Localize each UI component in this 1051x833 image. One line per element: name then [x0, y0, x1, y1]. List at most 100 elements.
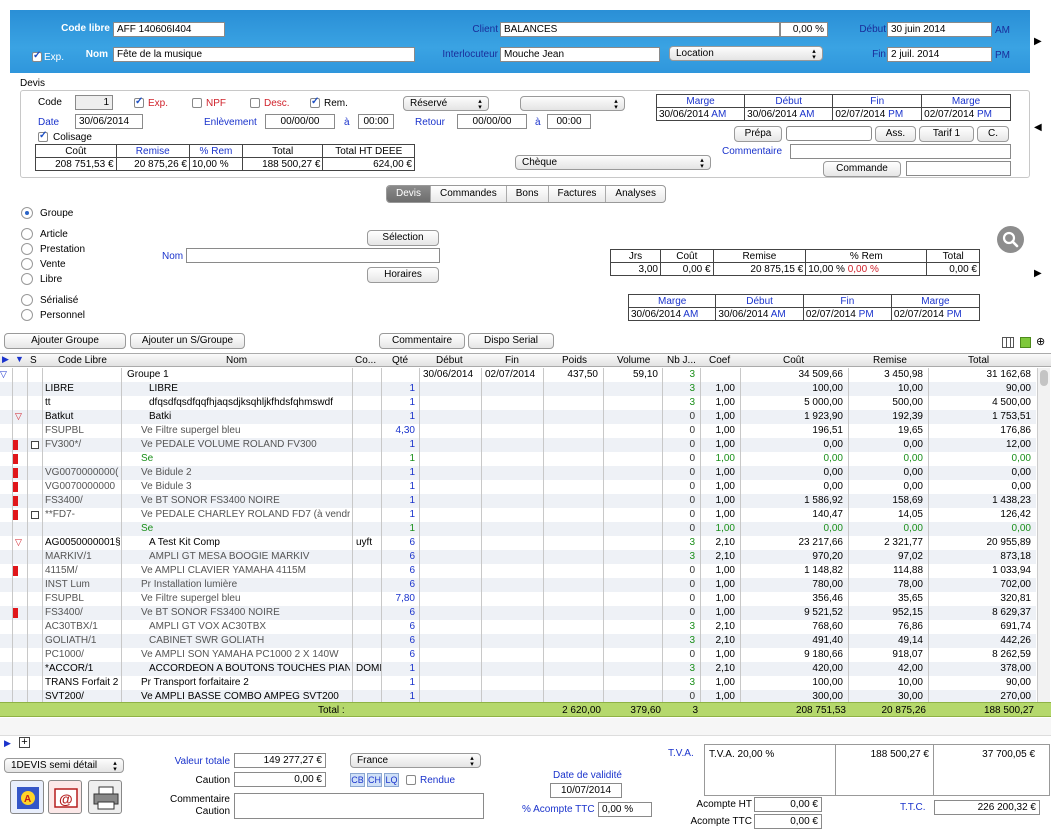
col-co[interactable]: Co... [355, 355, 376, 366]
ass-button[interactable]: Ass. [875, 126, 916, 142]
cell-debut[interactable] [420, 522, 480, 536]
cell-coef[interactable]: 2,10 [702, 536, 738, 550]
cell-nbj[interactable]: 3 [664, 382, 698, 396]
cell-qte[interactable]: 1 [382, 676, 418, 690]
cell-nom[interactable]: ACCORDEON A BOUTONS TOUCHES PIANO [146, 662, 350, 676]
cell-coef[interactable]: 1,00 [702, 676, 738, 690]
zoom-icon[interactable]: ⊕ [1036, 335, 1045, 348]
cell-cout[interactable]: 0,00 [742, 480, 846, 494]
cell-nbj[interactable]: 0 [664, 690, 698, 702]
cell-qte[interactable]: 6 [382, 578, 418, 592]
cell-nbj[interactable]: 0 [664, 648, 698, 662]
cell-volume[interactable] [605, 480, 661, 494]
colisage-checkbox[interactable] [38, 130, 48, 142]
fin-date-field[interactable]: 2 juil. 2014 [887, 47, 992, 62]
cell-code[interactable]: FV300*/ [42, 438, 120, 452]
cell-nom[interactable]: Ve Filtre supergel bleu [138, 592, 350, 606]
color-icon[interactable] [1020, 337, 1031, 348]
cell-volume[interactable] [605, 382, 661, 396]
pays-select[interactable]: France [350, 753, 481, 768]
cell-debut[interactable] [420, 480, 480, 494]
code-field[interactable]: 1 [75, 95, 113, 110]
expand-all-icon[interactable]: ▶ [2, 354, 9, 365]
cell-cout[interactable]: 1 586,92 [742, 494, 846, 508]
col-total[interactable]: Total [968, 355, 989, 366]
add-row-icon[interactable]: + [19, 737, 30, 748]
tab-commandes[interactable]: Commandes [431, 186, 507, 202]
cell-cout[interactable]: 196,51 [742, 424, 846, 438]
cell-cout[interactable]: 9 521,52 [742, 606, 846, 620]
cell-code[interactable]: tt [42, 396, 120, 410]
cell-code[interactable] [42, 522, 120, 536]
dispo-serial-button[interactable]: Dispo Serial [468, 333, 554, 349]
grid-scrollbar[interactable] [1037, 368, 1050, 702]
td-remise[interactable]: 20 875,26 € [115, 157, 190, 171]
email-icon[interactable]: @ [48, 780, 82, 814]
cell-qte[interactable]: 1 [382, 522, 418, 536]
cell-poids[interactable] [545, 606, 601, 620]
print-pdf-icon[interactable]: A [10, 780, 44, 814]
cell-nbj[interactable]: 0 [664, 424, 698, 438]
cell-code[interactable]: PC1000/ [42, 648, 120, 662]
npf-checkbox[interactable] [192, 98, 202, 108]
cell-coef[interactable]: 1,00 [702, 424, 738, 438]
cell-co[interactable] [353, 466, 381, 480]
acompte-pct-field[interactable]: 0,00 % [598, 802, 652, 817]
cell-debut[interactable] [420, 578, 480, 592]
cell-poids[interactable] [545, 662, 601, 676]
cell-qte[interactable]: 1 [382, 438, 418, 452]
cell-co[interactable] [353, 424, 381, 438]
cell-code[interactable] [42, 452, 120, 466]
cell-coef[interactable]: 2,10 [702, 550, 738, 564]
cell-co[interactable] [353, 592, 381, 606]
cell-nom[interactable]: Ve Filtre supergel bleu [138, 424, 350, 438]
cell-remise[interactable]: 10,00 [850, 676, 926, 690]
cell-debut[interactable] [420, 620, 480, 634]
cell-co[interactable] [353, 410, 381, 424]
cell-cout[interactable]: 780,00 [742, 578, 846, 592]
group-toggle-icon[interactable]: ▽ [0, 368, 7, 381]
cell-cout[interactable]: 0,00 [742, 452, 846, 466]
cell-nom[interactable]: dfqsdfqsdfqqfhjaqsdjksqhljkfhdsfqhmswdf [146, 396, 350, 410]
cell-debut[interactable] [420, 564, 480, 578]
expand-box-icon[interactable] [31, 511, 39, 519]
cell-nom[interactable]: A Test Kit Comp [146, 536, 350, 550]
cell-fin[interactable] [482, 606, 542, 620]
cell-total[interactable]: 0,00 [930, 522, 1034, 536]
cell-total[interactable]: 702,00 [930, 578, 1034, 592]
nom-field[interactable]: Fête de la musique [113, 47, 415, 62]
cell-qte[interactable]: 6 [382, 648, 418, 662]
cell-cout[interactable]: 0,00 [742, 466, 846, 480]
cell-fin[interactable] [482, 382, 542, 396]
acompte-ht-field[interactable]: 0,00 € [754, 797, 822, 812]
cell-nom[interactable]: Ve Bidule 3 [138, 480, 350, 494]
cell-qte[interactable]: 6 [382, 536, 418, 550]
col-remise[interactable]: Remise [873, 355, 907, 366]
cell-co[interactable] [353, 676, 381, 690]
cell-nbj[interactable]: 0 [664, 592, 698, 606]
cell-nom[interactable]: Ve PEDALE VOLUME ROLAND FV300 [138, 438, 350, 452]
cell-remise[interactable]: 42,00 [850, 662, 926, 676]
cell-total[interactable]: 1 753,51 [930, 410, 1034, 424]
cell-coef[interactable]: 1,00 [702, 494, 738, 508]
table-row[interactable]: GOLIATH/1 CABINET SWR GOLIATH 6 3 2,10 491,40… [0, 634, 1036, 648]
cell-debut[interactable] [420, 396, 480, 410]
cell-total[interactable]: 442,26 [930, 634, 1034, 648]
cell-nbj[interactable]: 3 [664, 368, 698, 382]
cell-coef[interactable]: 1,00 [702, 438, 738, 452]
enlevement-field[interactable]: 00/00/00 [265, 114, 335, 129]
cell-code[interactable]: SVT200/ [42, 690, 120, 702]
nom-search-field[interactable] [186, 248, 440, 263]
grid-view-icon[interactable] [1002, 337, 1014, 348]
col-qte[interactable]: Qté [392, 355, 408, 366]
cell-poids[interactable] [545, 494, 601, 508]
cell-co[interactable] [353, 634, 381, 648]
cell-co[interactable] [353, 368, 381, 382]
cell-nom[interactable]: Pr Installation lumière [138, 578, 350, 592]
cell-qte[interactable]: 1 [382, 382, 418, 396]
cell-volume[interactable] [605, 522, 661, 536]
cell-total[interactable]: 378,00 [930, 662, 1034, 676]
table-row[interactable]: ▽ Groupe 1 30/06/2014 02/07/2014 437,50 59,10… [0, 368, 1036, 382]
table-row[interactable]: INST Lum Pr Installation lumière 6 0 1,00 780… [0, 578, 1036, 592]
cell-poids[interactable] [545, 452, 601, 466]
